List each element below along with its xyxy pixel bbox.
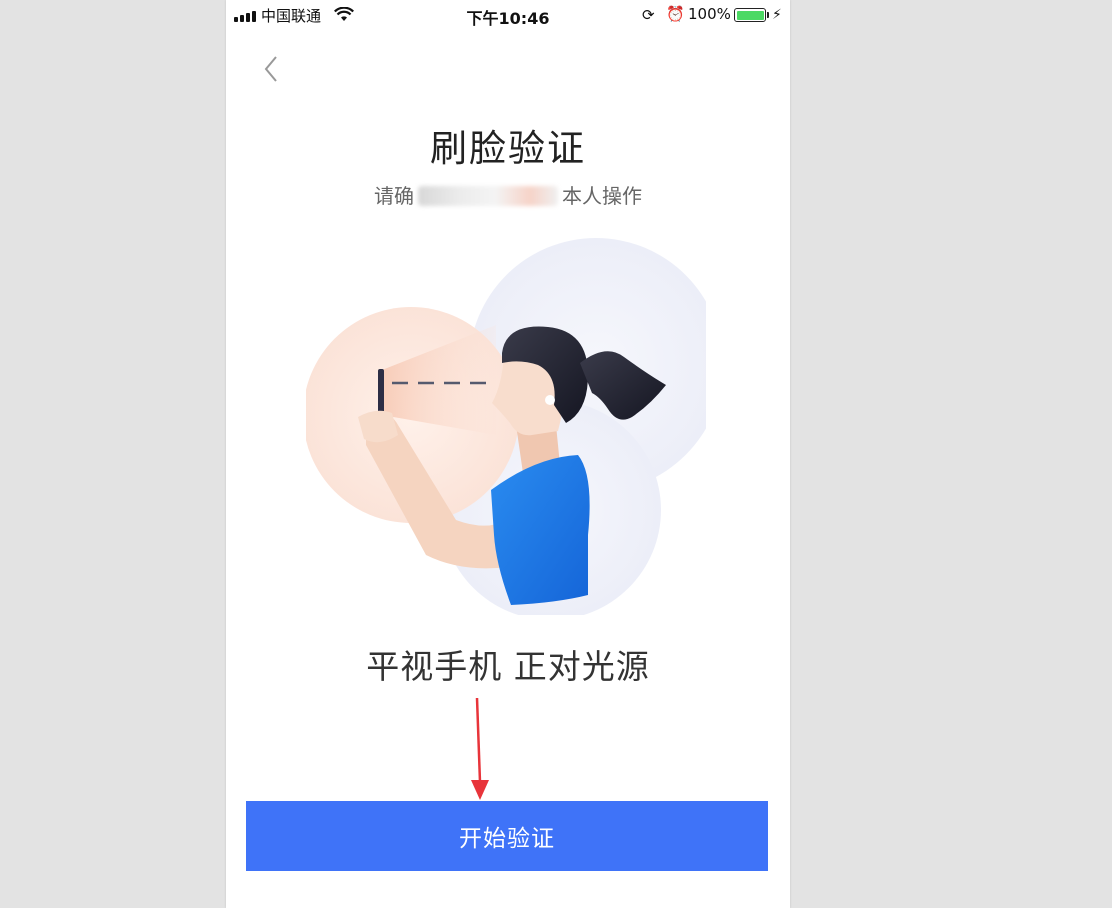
instruction-text: 平视手机 正对光源: [366, 647, 650, 686]
face-scan-illustration: [306, 238, 706, 615]
back-button[interactable]: [258, 52, 288, 86]
battery-percent: 100%: [688, 5, 731, 23]
subtitle-suffix: 本人操作: [562, 184, 642, 208]
chevron-left-icon: [264, 56, 277, 82]
rotation-lock-icon: ⟳: [642, 6, 655, 24]
subtitle-prefix: 请确: [374, 184, 414, 208]
status-bar: 中国联通 下午10:46 ⟳ ⏰ 100% ⚡: [226, 0, 790, 30]
battery-cap: [767, 12, 769, 18]
charging-icon: ⚡: [772, 7, 782, 23]
page-subtitle: 请确 本人操作: [226, 180, 790, 209]
phone-screen: 中国联通 下午10:46 ⟳ ⏰ 100% ⚡ 刷脸验证 请确 本人操作 平视手…: [226, 0, 790, 908]
redacted-name: [418, 186, 558, 206]
start-verification-button[interactable]: 开始验证: [246, 801, 768, 871]
alarm-icon: ⏰: [666, 5, 685, 23]
battery-icon: [734, 8, 766, 22]
page-title: 刷脸验证: [430, 127, 586, 170]
